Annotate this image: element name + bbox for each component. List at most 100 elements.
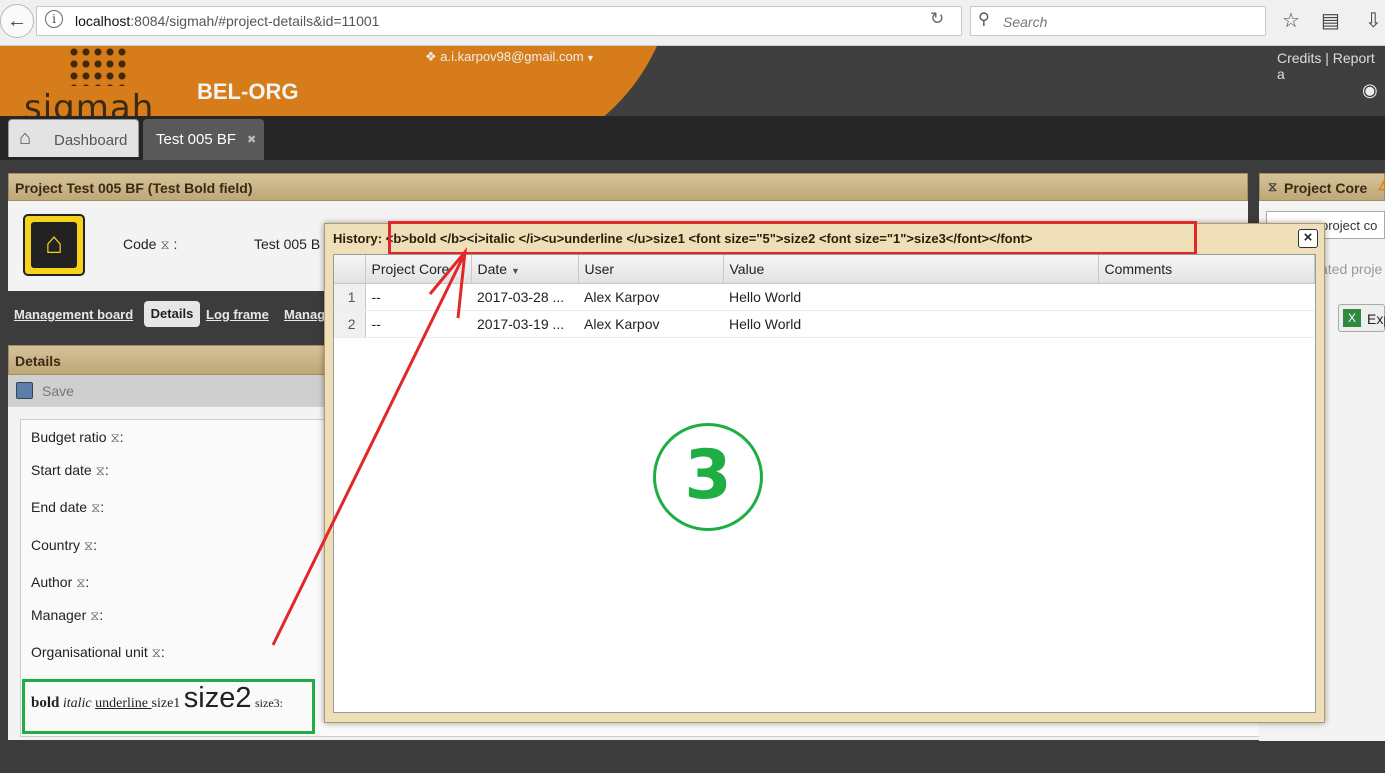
info-icon[interactable]: i bbox=[45, 10, 63, 28]
history-icon: ⧖ bbox=[1268, 179, 1278, 194]
user-email: a.i.karpov98@gmail.com bbox=[440, 49, 584, 64]
user-icon: ❖ bbox=[425, 49, 441, 64]
field-label: Organisational unit bbox=[31, 644, 148, 660]
field-country: Country ⧖: bbox=[31, 537, 98, 553]
subtab-manage[interactable]: Manag bbox=[284, 307, 325, 322]
tab-dashboard-label: Dashboard bbox=[54, 132, 128, 149]
table-row[interactable]: 2 -- 2017-03-19 ... Alex Karpov Hello Wo… bbox=[334, 310, 1314, 338]
project-core-select-text: project co bbox=[1321, 218, 1378, 233]
download-arrow-icon[interactable]: ⇩ bbox=[1365, 8, 1382, 33]
annotation-step-number: 3 bbox=[653, 423, 763, 531]
code-label: Code ⧖ : bbox=[123, 236, 178, 252]
cell-value: Hello World bbox=[723, 283, 1098, 311]
field-label: Manager bbox=[31, 607, 87, 623]
details-title: Details bbox=[15, 353, 61, 369]
reload-icon[interactable]: ↻ bbox=[930, 9, 944, 29]
col-date[interactable]: Date ▼ bbox=[471, 255, 579, 284]
col-value[interactable]: Value bbox=[723, 255, 1099, 284]
cell-user: Alex Karpov bbox=[578, 310, 723, 338]
project-core-header: Project Core ⧖ ⚠ bbox=[1259, 173, 1385, 201]
user-menu[interactable]: ❖ a.i.karpov98@gmail.com ▼ bbox=[425, 49, 595, 65]
history-icon[interactable]: ⧖ bbox=[91, 500, 100, 515]
field-label: Country bbox=[31, 537, 81, 553]
floppy-disk-icon[interactable] bbox=[16, 382, 33, 399]
connection-status-icon: ◉ bbox=[1362, 80, 1378, 100]
field-budget-ratio: Budget ratio ⧖: bbox=[31, 429, 124, 445]
annotation-red-box bbox=[388, 221, 1197, 255]
history-icon[interactable]: ⧖ bbox=[76, 575, 85, 590]
project-title: Project Test 005 BF (Test Bold field) bbox=[15, 180, 253, 196]
history-icon[interactable]: ⧖ bbox=[111, 430, 120, 445]
project-panel-header: Project Test 005 BF (Test Bold field) bbox=[8, 173, 1248, 201]
warning-icon: ⚠ bbox=[1378, 177, 1385, 193]
history-icon[interactable]: ⧖ bbox=[96, 463, 105, 478]
cell-user: Alex Karpov bbox=[578, 283, 723, 311]
subtab-log-frame[interactable]: Log frame bbox=[206, 307, 269, 322]
history-grid: Project Core Date ▼ User Value Comments … bbox=[333, 254, 1316, 713]
cell-value: Hello World bbox=[723, 310, 1098, 338]
reading-list-icon[interactable]: ▤ bbox=[1321, 8, 1340, 33]
history-header-row: Project Core Date ▼ User Value Comments bbox=[334, 255, 1315, 284]
cell-date: 2017-03-28 ... bbox=[471, 283, 578, 311]
tab-project[interactable]: Test 005 BF ✖ bbox=[143, 119, 264, 160]
history-icon[interactable]: ⧖ bbox=[90, 608, 99, 623]
sigmah-logo: sigmah bbox=[24, 88, 155, 116]
bookmark-star-icon[interactable]: ☆ bbox=[1282, 8, 1300, 33]
sigmah-logo-icon bbox=[68, 46, 130, 86]
export-button[interactable]: X Exp bbox=[1338, 304, 1385, 332]
tab-project-label: Test 005 BF bbox=[156, 131, 237, 148]
magnifier-icon: ⚲ bbox=[978, 11, 990, 28]
field-end-date: End date ⧖: bbox=[31, 499, 105, 515]
excel-icon: X bbox=[1343, 309, 1361, 327]
search-placeholder: Search bbox=[1003, 14, 1048, 30]
project-logo-icon: ⌂ bbox=[23, 214, 85, 276]
header-links[interactable]: Credits | Report a bbox=[1277, 50, 1385, 82]
row-number: 1 bbox=[334, 283, 366, 311]
tab-close-icon[interactable]: ✖ bbox=[247, 133, 256, 146]
back-arrow-icon[interactable]: ← bbox=[0, 4, 34, 38]
url-host: localhost bbox=[75, 13, 131, 29]
field-organisational-unit: Organisational unit ⧖: bbox=[31, 644, 165, 660]
bottom-bar bbox=[0, 757, 1385, 773]
col-comments[interactable]: Comments bbox=[1098, 255, 1315, 284]
subtab-details[interactable]: Details bbox=[144, 301, 200, 327]
sort-desc-icon: ▼ bbox=[510, 265, 520, 276]
history-icon[interactable]: ⧖ bbox=[160, 237, 169, 252]
col-date-label: Date bbox=[477, 260, 508, 277]
field-start-date: Start date ⧖: bbox=[31, 462, 109, 478]
col-user[interactable]: User bbox=[578, 255, 724, 284]
cell-core: -- bbox=[365, 283, 471, 311]
cell-date: 2017-03-19 ... bbox=[471, 310, 578, 338]
cell-comments bbox=[1098, 283, 1314, 311]
history-table: Project Core Date ▼ User Value Comments … bbox=[334, 255, 1315, 338]
col-project-core[interactable]: Project Core bbox=[365, 255, 472, 284]
table-row[interactable]: 1 -- 2017-03-28 ... Alex Karpov Hello Wo… bbox=[334, 283, 1314, 311]
field-label: End date bbox=[31, 499, 88, 515]
export-label: Exp bbox=[1367, 311, 1385, 327]
field-manager: Manager ⧖: bbox=[31, 607, 104, 623]
save-button[interactable]: Save bbox=[42, 383, 74, 399]
close-icon[interactable]: × bbox=[1298, 229, 1318, 248]
subtab-management-board[interactable]: Management board bbox=[14, 307, 133, 322]
url-path: :8084/sigmah/#project-details&id=11001 bbox=[130, 13, 380, 29]
cell-core: -- bbox=[365, 310, 471, 338]
chevron-down-icon: ▼ bbox=[583, 53, 595, 63]
history-icon[interactable]: ⧖ bbox=[84, 538, 93, 553]
annotation-green-box bbox=[22, 679, 315, 734]
url-text: localhost:8084/sigmah/#project-details&i… bbox=[75, 13, 379, 29]
row-number: 2 bbox=[334, 310, 366, 338]
project-core-title: Project Core bbox=[1284, 180, 1368, 196]
field-label: Author bbox=[31, 574, 73, 590]
field-label: Start date bbox=[31, 462, 92, 478]
field-label: Budget ratio bbox=[31, 429, 107, 445]
project-core-stated: ated proje bbox=[1320, 261, 1383, 277]
org-name: BEL-ORG bbox=[197, 79, 299, 104]
cell-comments bbox=[1098, 310, 1314, 338]
history-icon[interactable]: ⧖ bbox=[152, 645, 161, 660]
code-value: Test 005 B bbox=[254, 236, 321, 252]
col-rownum bbox=[334, 255, 366, 284]
home-icon: ⌂ bbox=[19, 127, 32, 149]
code-label-text: Code bbox=[123, 236, 157, 252]
field-author: Author ⧖: bbox=[31, 574, 90, 590]
tab-dashboard[interactable]: ⌂ Dashboard bbox=[8, 119, 139, 157]
